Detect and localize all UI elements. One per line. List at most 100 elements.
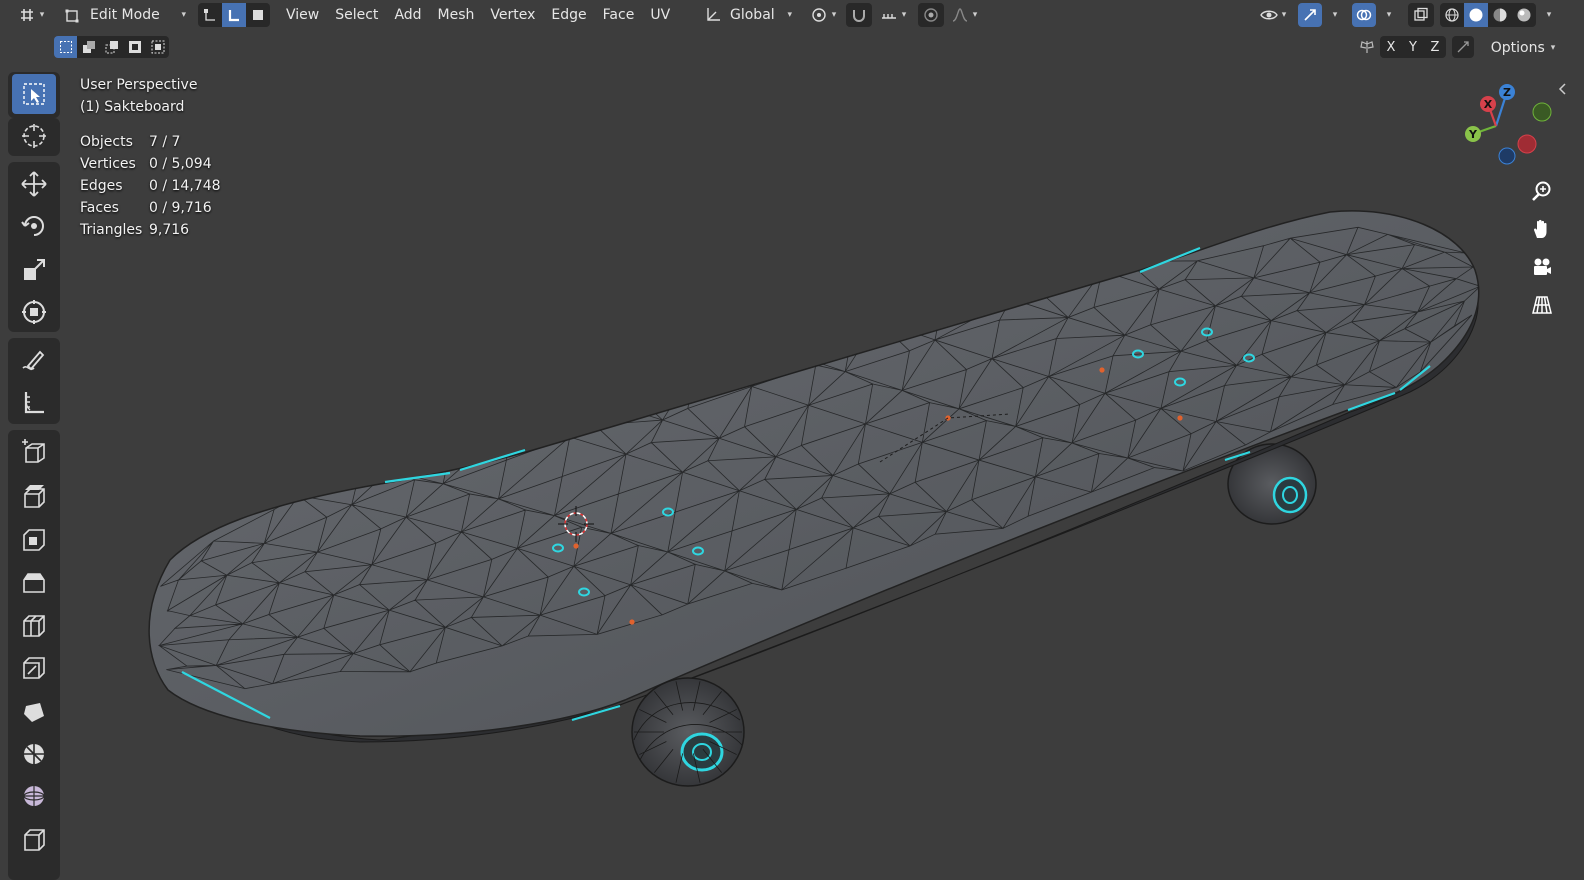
- tool-transform[interactable]: [12, 292, 56, 332]
- face-select-button[interactable]: [246, 3, 270, 27]
- loop-cut-icon: [23, 615, 45, 637]
- shear-icon: [24, 829, 45, 851]
- select-new-button[interactable]: [54, 36, 77, 58]
- menu-face[interactable]: Face: [595, 3, 643, 27]
- mirror-x-button[interactable]: X: [1380, 36, 1402, 58]
- select-intersect-button[interactable]: [146, 36, 169, 58]
- pivot-point-dropdown[interactable]: ▾: [804, 3, 842, 27]
- tool-extrude[interactable]: [12, 476, 56, 516]
- xray-toggle[interactable]: [1408, 3, 1434, 27]
- stat-value: 9,716: [149, 222, 190, 238]
- 3d-viewport[interactable]: ▾ Edit Mode ▾ View Select Add Mesh Verte…: [0, 0, 1584, 880]
- mirror-y-button[interactable]: Y: [1402, 36, 1424, 58]
- gizmo-icon: [1304, 9, 1316, 21]
- mode-dropdown[interactable]: Edit Mode ▾: [58, 3, 190, 27]
- zoom-button[interactable]: [1525, 174, 1559, 208]
- zoom-magnifier-icon: [1532, 181, 1551, 201]
- overlays-icon: [1356, 9, 1372, 21]
- knife-icon: [23, 657, 45, 679]
- select-box-icon: [23, 83, 45, 105]
- chevron-down-icon: ▾: [1386, 10, 1392, 20]
- tool-annotate[interactable]: [12, 340, 56, 380]
- skateboard-mesh[interactable]: [0, 0, 1584, 879]
- select-subtract-button[interactable]: [100, 36, 123, 58]
- gizmo-neg-y[interactable]: [1532, 102, 1552, 122]
- stat-label: Triangles: [80, 222, 143, 238]
- stat-value: 0 / 5,094: [149, 156, 212, 172]
- transform-icon: [22, 300, 46, 324]
- gizmo-toggle[interactable]: [1298, 3, 1322, 27]
- menu-edge[interactable]: Edge: [543, 3, 594, 27]
- tool-inset[interactable]: [12, 520, 56, 560]
- tool-bevel[interactable]: [12, 562, 56, 602]
- material-shading-button[interactable]: [1488, 3, 1512, 27]
- tool-spin[interactable]: [12, 734, 56, 774]
- vertex-select-button[interactable]: [198, 3, 222, 27]
- menu-select[interactable]: Select: [327, 3, 386, 27]
- active-object-label: (1) Sakteboard: [80, 99, 185, 115]
- wireframe-shading-button[interactable]: [1440, 3, 1464, 27]
- shading-dropdown[interactable]: ▾: [1538, 3, 1556, 27]
- stat-label: Edges: [80, 178, 123, 194]
- snap-increment-icon: [881, 14, 896, 19]
- tool-smooth[interactable]: [12, 776, 56, 816]
- menu-uv[interactable]: UV: [642, 3, 678, 27]
- tool-knife[interactable]: [12, 648, 56, 688]
- camera-view-button[interactable]: [1525, 250, 1559, 284]
- select-invert-button[interactable]: [123, 36, 146, 58]
- falloff-dropdown[interactable]: ▾: [946, 3, 982, 27]
- menu-add[interactable]: Add: [386, 3, 429, 27]
- magnet-icon: [853, 10, 865, 22]
- sidebar-toggle-arrow[interactable]: [1558, 82, 1568, 96]
- statistics-overlay: Objects 7 / 7 Vertices 0 / 5,094 Edges 0 / …: [80, 131, 221, 241]
- cursor-icon: [22, 124, 46, 148]
- rendered-shading-button[interactable]: [1512, 3, 1536, 27]
- mirror-toggle[interactable]: [1356, 36, 1378, 58]
- menu-view[interactable]: View: [278, 3, 327, 27]
- overlays-toggle[interactable]: [1352, 3, 1376, 27]
- gizmo-dropdown[interactable]: ▾: [1324, 3, 1342, 27]
- options-label: Options: [1490, 40, 1545, 56]
- inset-icon: [23, 529, 45, 551]
- orientation-dropdown[interactable]: Global ▾: [700, 3, 796, 27]
- proportional-edit-toggle[interactable]: [918, 3, 944, 27]
- xray-icon: [1414, 7, 1428, 21]
- tool-loop-cut[interactable]: [12, 606, 56, 646]
- menu-mesh[interactable]: Mesh: [430, 3, 483, 27]
- visibility-dropdown[interactable]: ▾: [1254, 3, 1292, 27]
- tool-move[interactable]: [12, 164, 56, 204]
- select-extend-button[interactable]: [77, 36, 100, 58]
- select-extend-icon: [82, 41, 95, 53]
- tool-measure[interactable]: [12, 382, 56, 422]
- options-dropdown[interactable]: Options ▾: [1484, 36, 1562, 60]
- overlays-dropdown[interactable]: ▾: [1378, 3, 1396, 27]
- stat-row: Objects 7 / 7: [80, 131, 221, 153]
- perspective-toggle-button[interactable]: [1525, 288, 1559, 322]
- chevron-down-icon: ▾: [1332, 10, 1338, 20]
- tool-cursor[interactable]: [12, 116, 56, 156]
- menu-vertex[interactable]: Vertex: [482, 3, 543, 27]
- snap-target-dropdown[interactable]: ▾: [874, 3, 912, 27]
- tool-scale[interactable]: [12, 250, 56, 290]
- gizmo-neg-z[interactable]: [1498, 147, 1516, 165]
- snap-toggle[interactable]: [846, 3, 872, 27]
- proportional-edit-icon: [924, 8, 938, 22]
- selection-mode-group: [54, 36, 169, 58]
- tool-select-box[interactable]: [12, 74, 56, 114]
- tool-shear[interactable]: [12, 820, 56, 860]
- chevron-down-icon: ▾: [181, 10, 186, 20]
- poly-build-icon: [24, 703, 44, 722]
- tool-poly-build[interactable]: [12, 692, 56, 732]
- pan-button[interactable]: [1525, 212, 1559, 246]
- mirror-z-button[interactable]: Z: [1424, 36, 1446, 58]
- stat-value: 7 / 7: [149, 134, 181, 150]
- navigation-gizmo[interactable]: X Y Z: [1456, 78, 1562, 170]
- edge-select-button[interactable]: [222, 3, 246, 27]
- gizmo-neg-x[interactable]: [1517, 134, 1537, 154]
- tool-add-cube[interactable]: [12, 432, 56, 472]
- chevron-down-icon: ▾: [1546, 10, 1552, 20]
- auto-merge-toggle[interactable]: [1452, 36, 1474, 58]
- solid-shading-button[interactable]: [1464, 3, 1488, 27]
- editor-type-button[interactable]: ▾: [12, 3, 50, 27]
- tool-rotate[interactable]: [12, 206, 56, 246]
